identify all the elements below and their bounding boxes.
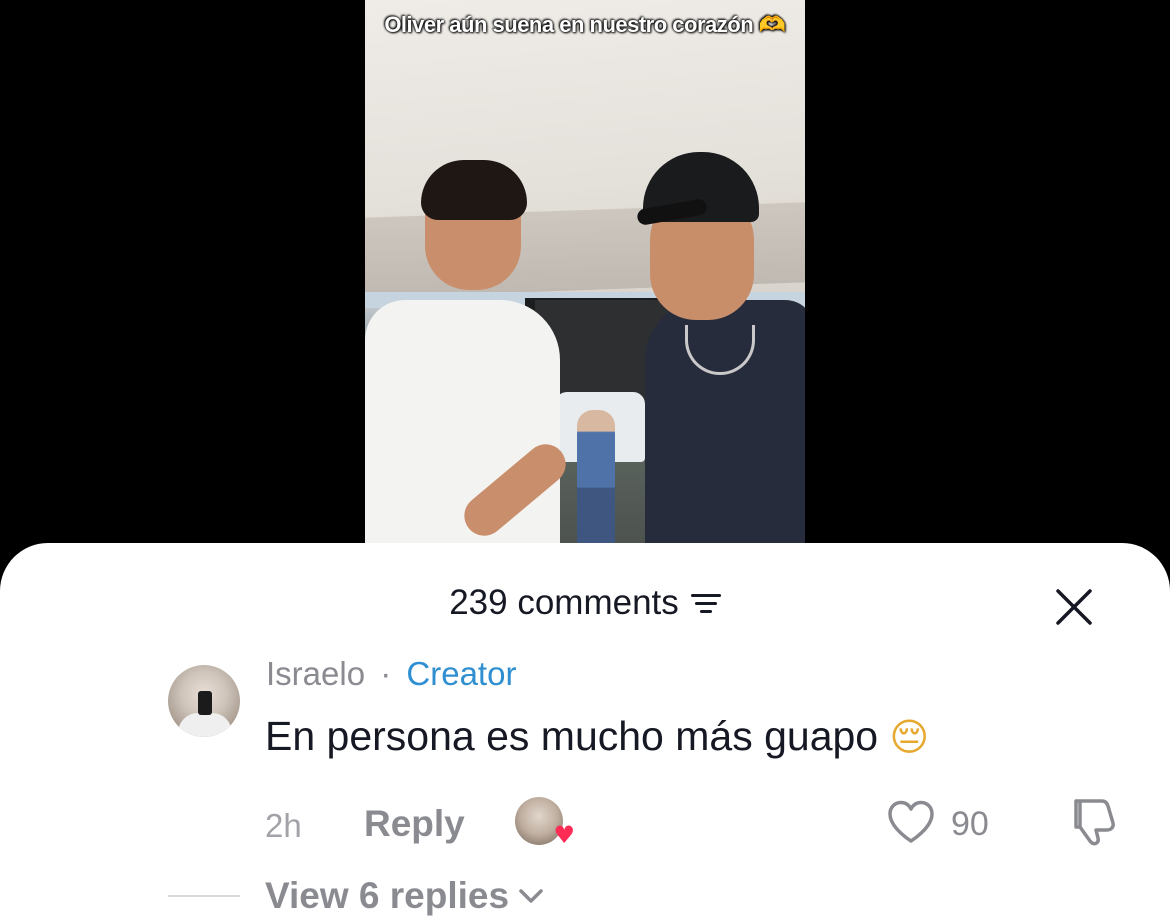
view-replies-label: View 6 replies [265, 875, 510, 916]
meta-separator: · [380, 655, 392, 692]
comment-timestamp: 2h [265, 807, 302, 844]
comment-text-body: En persona es mucho más guapo [265, 713, 879, 759]
like-heart-icon[interactable] [886, 799, 936, 845]
video-caption: Oliver aún suena en nuestro corazón 🫶 [365, 12, 805, 38]
video-caption-text: Oliver aún suena en nuestro corazón [384, 12, 754, 37]
comments-sheet: 239 comments Israelo · Creator En person… [0, 543, 1170, 923]
filter-icon[interactable] [690, 591, 721, 615]
close-icon[interactable] [1054, 587, 1094, 627]
creator-liked-avatar: ♥ [515, 797, 575, 849]
comments-count: 239 comments [449, 583, 679, 622]
comments-count-button[interactable]: 239 comments [449, 583, 721, 623]
video-player[interactable]: Oliver aún suena en nuestro corazón 🫶 [365, 0, 805, 560]
video-person-right [625, 150, 805, 560]
hair [421, 160, 527, 220]
view-replies-button[interactable]: View 6 replies [265, 875, 545, 917]
comment-text: En persona es mucho más guapo 😔 [265, 713, 929, 760]
replies-row: View 6 replies [0, 871, 1170, 921]
dislike-thumb-icon[interactable] [1064, 797, 1118, 847]
like-count: 90 [951, 805, 989, 843]
white-shirt [365, 300, 560, 560]
reply-button[interactable]: Reply [364, 803, 465, 845]
pensive-face-emoji-icon: 😔 [889, 715, 930, 759]
avatar-phone [198, 691, 212, 715]
comments-header: 239 comments [0, 583, 1170, 627]
comment-actions: 2h Reply ♥ 90 [0, 797, 1170, 851]
heart-badge-icon: ♥ [553, 821, 575, 849]
heart-hands-emoji-icon: 🫶 [758, 13, 786, 38]
comment-item: Israelo · Creator En persona es mucho má… [0, 643, 1170, 923]
replies-divider [168, 895, 240, 897]
avatar[interactable] [168, 665, 240, 737]
video-person-left [365, 150, 574, 560]
comment-meta: Israelo · Creator [266, 655, 516, 693]
comment-username[interactable]: Israelo [266, 655, 365, 692]
avatar-shirt [178, 713, 232, 737]
app-screen: Oliver aún suena en nuestro corazón 🫶 23… [0, 0, 1170, 923]
video-scene-bystander [577, 410, 615, 550]
creator-badge: Creator [406, 655, 517, 692]
chevron-down-icon [519, 889, 543, 903]
